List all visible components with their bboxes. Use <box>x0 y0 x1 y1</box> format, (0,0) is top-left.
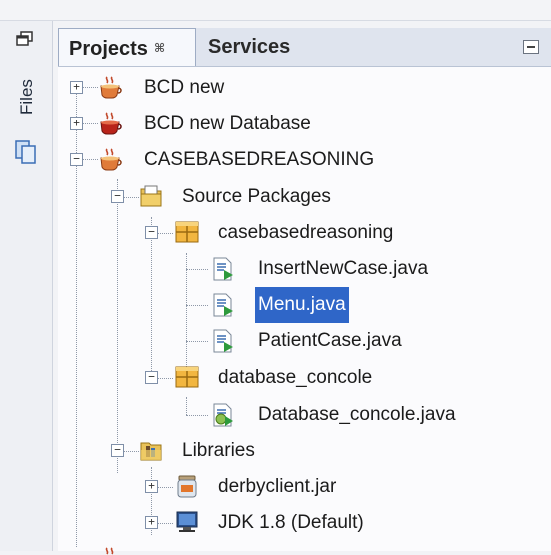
tab-projects-label: Projects <box>69 38 148 60</box>
tree-item-label: PatientCase.java <box>258 330 402 351</box>
tree-item-label: InsertNewCase.java <box>258 258 429 279</box>
java-main-file-icon <box>210 402 236 428</box>
tree-item-label: Source Packages <box>182 186 331 207</box>
window-top-border <box>0 0 551 21</box>
expand-icon[interactable]: + <box>70 81 83 94</box>
tree-item-file[interactable]: InsertNewCase.java <box>58 251 538 287</box>
tree-item-label: BCD new Database <box>144 113 311 134</box>
tree-item-file[interactable]: Database_concole.java <box>58 397 538 433</box>
tree-item-library[interactable]: + derbyclient.jar <box>58 469 538 505</box>
java-project-icon <box>98 74 124 100</box>
tab-services[interactable]: Services <box>198 28 408 66</box>
java-file-icon <box>210 256 236 282</box>
minimize-icon[interactable] <box>523 40 539 54</box>
collapse-icon[interactable]: − <box>111 444 124 457</box>
java-project-icon <box>98 146 124 172</box>
source-folder-icon <box>138 183 164 209</box>
tree-item-project-cut-off[interactable] <box>58 541 538 555</box>
jdk-platform-icon <box>174 509 200 535</box>
tree-item-package[interactable]: − casebasedreasoning <box>58 215 538 251</box>
left-sidebar: Files <box>0 21 53 551</box>
tab-projects[interactable]: Projects ⌘ <box>58 28 196 66</box>
tree-item-package[interactable]: − database_concole <box>58 360 538 396</box>
tree-item-label: casebasedreasoning <box>218 222 394 243</box>
projects-tree: + BCD new + BCD new Database − CASEBASED… <box>58 67 551 555</box>
collapse-icon[interactable]: − <box>70 153 83 166</box>
java-file-icon <box>210 292 236 318</box>
close-icon[interactable]: ⌘ <box>154 41 165 55</box>
tree-item-label: CASEBASEDREASONING <box>144 149 375 170</box>
expand-icon[interactable]: + <box>70 117 83 130</box>
tree-item-source-packages[interactable]: − Source Packages <box>58 179 538 215</box>
files-pages-icon[interactable] <box>14 139 38 170</box>
tree-item-label: database_concole <box>218 367 373 388</box>
expand-icon[interactable]: + <box>145 516 158 529</box>
tree-item-project[interactable]: − CASEBASEDREASONING <box>58 142 538 178</box>
tree-item-project[interactable]: + BCD new Database <box>58 106 538 142</box>
collapse-icon[interactable]: − <box>145 226 158 239</box>
expand-icon[interactable]: + <box>145 480 158 493</box>
tab-services-label: Services <box>208 36 291 58</box>
package-icon <box>174 364 200 390</box>
jar-icon <box>174 473 200 499</box>
tree-item-libraries[interactable]: − Libraries <box>58 433 538 469</box>
collapse-icon[interactable]: − <box>145 371 158 384</box>
java-project-error-icon <box>98 110 124 136</box>
window-restore-icon[interactable] <box>16 31 34 52</box>
tab-bar: Projects ⌘ Services <box>58 28 551 67</box>
files-tab-label: Files <box>17 79 36 115</box>
files-tab[interactable]: Files <box>14 75 40 123</box>
tree-item-label: JDK 1.8 (Default) <box>218 512 364 533</box>
tree-item-label: Menu.java <box>255 287 349 323</box>
libraries-folder-icon <box>138 437 164 463</box>
tree-item-file[interactable]: PatientCase.java <box>58 323 538 359</box>
java-file-icon <box>210 328 236 354</box>
tree-item-label: BCD new <box>144 77 225 98</box>
tree-item-label: Libraries <box>182 440 255 461</box>
collapse-icon[interactable]: − <box>111 190 124 203</box>
tree-item-project[interactable]: + BCD new <box>58 70 538 106</box>
tree-item-library[interactable]: + JDK 1.8 (Default) <box>58 505 538 541</box>
java-project-icon <box>98 545 124 555</box>
tree-item-file-selected[interactable]: Menu.java <box>58 287 538 323</box>
tree-item-label: Database_concole.java <box>258 404 456 425</box>
tree-item-label: derbyclient.jar <box>218 476 337 497</box>
package-icon <box>174 219 200 245</box>
